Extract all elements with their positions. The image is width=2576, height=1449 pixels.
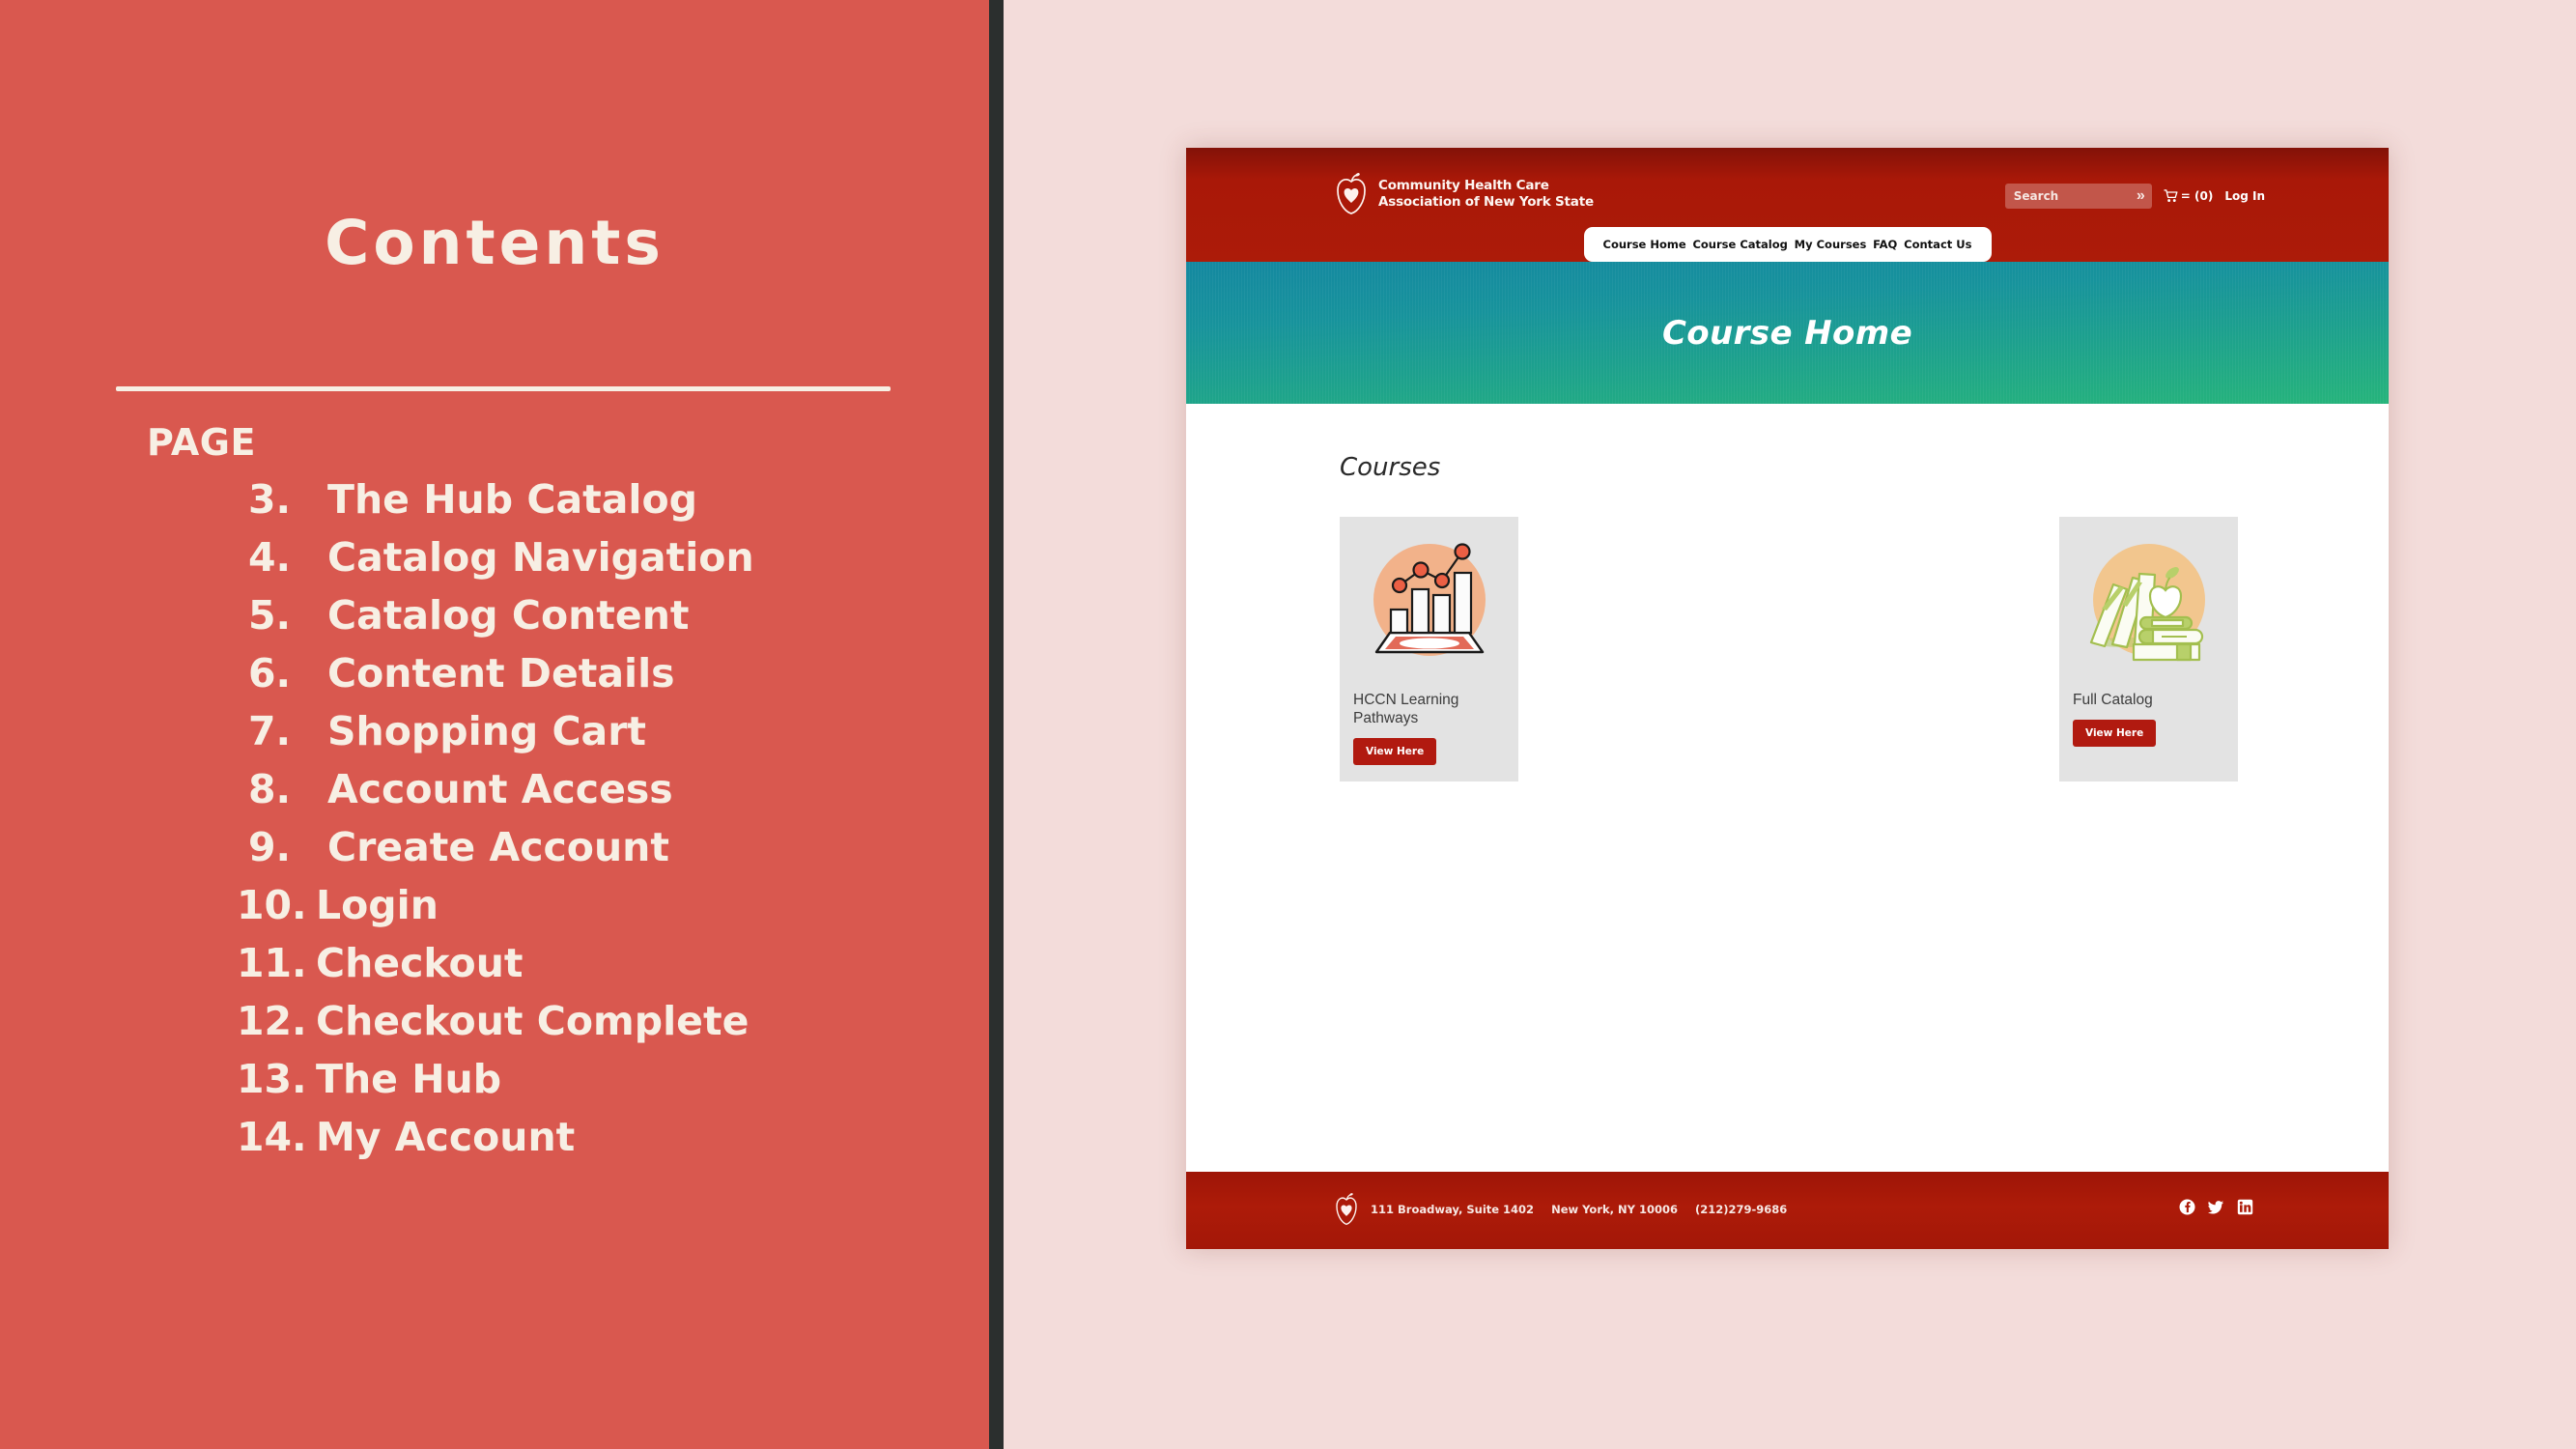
page-body: Courses HCCN Learning Pathways View Here…	[1186, 404, 2389, 1172]
main-navigation: Course Home Course Catalog My Courses FAQ Co…	[1583, 227, 1992, 262]
toc-item-label: The Hub	[316, 1056, 502, 1102]
course-cards-row: HCCN Learning Pathways View Here Full Ca…	[1340, 517, 2238, 781]
footer-phone: (212)279-9686	[1695, 1203, 1788, 1216]
brand-line-2: Association of New York State	[1378, 194, 1594, 210]
title-divider-rule	[116, 386, 891, 391]
toc-item-number: 11.	[237, 940, 307, 986]
toc-item-number: 10.	[237, 882, 307, 928]
cart-count-label: = (0)	[2180, 189, 2214, 203]
toc-item-label: Catalog Navigation	[327, 534, 754, 581]
toc-item-number: 7.	[248, 708, 292, 754]
header-utilities: Search » = (0) Log In	[2004, 184, 2265, 209]
toc-item: 11. Checkout	[237, 934, 971, 992]
table-of-contents-list: 3. The Hub Catalog 4. Catalog Navigation 5. C…	[237, 470, 971, 1166]
toc-item-number: 12.	[237, 998, 307, 1044]
page-column-label: PAGE	[147, 421, 256, 464]
cart-button[interactable]: = (0)	[2164, 189, 2214, 203]
page-title: Contents	[325, 208, 665, 278]
toc-item: 13. The Hub	[237, 1050, 971, 1108]
search-submit-chevron-icon[interactable]: »	[2137, 186, 2145, 206]
toc-item: 3. The Hub Catalog	[237, 470, 971, 528]
search-input[interactable]: Search	[2005, 189, 2058, 203]
nav-item-faq[interactable]: FAQ	[1873, 238, 1897, 251]
toc-item-number: 5.	[248, 592, 292, 639]
footer-social-links	[2179, 1199, 2253, 1215]
toc-item-number: 9.	[248, 824, 292, 870]
toc-item-label: Checkout Complete	[316, 998, 750, 1044]
toc-item-label: Login	[316, 882, 439, 928]
facebook-icon[interactable]	[2179, 1199, 2195, 1215]
twitter-icon[interactable]	[2208, 1199, 2224, 1215]
toc-item: 6. Content Details	[237, 644, 971, 702]
books-apple-illustration-icon	[2059, 517, 2238, 678]
login-link[interactable]: Log In	[2224, 189, 2265, 203]
toc-item: 12. Checkout Complete	[237, 992, 971, 1050]
course-card-title: Full Catalog	[2073, 692, 2153, 708]
hero-title: Course Home	[1661, 313, 1913, 353]
nav-item-course-catalog[interactable]: Course Catalog	[1692, 238, 1787, 251]
toc-item-label: Checkout	[316, 940, 524, 986]
toc-item-label: The Hub Catalog	[327, 476, 697, 523]
search-box[interactable]: Search »	[2004, 184, 2152, 209]
toc-item-number: 6.	[248, 650, 292, 696]
slide-root: Contents PAGE 3. The Hub Catalog 4. Catalog…	[0, 0, 2576, 1449]
toc-item-number: 13.	[237, 1056, 307, 1102]
brand-line-1: Community Health Care	[1378, 178, 1549, 193]
nav-item-my-courses[interactable]: My Courses	[1795, 238, 1867, 251]
footer-city: New York, NY 10006	[1551, 1203, 1678, 1216]
section-heading-courses: Courses	[1340, 453, 1441, 482]
toc-item: 14. My Account	[237, 1108, 971, 1166]
site-logo[interactable]: Community Health Care Association of New…	[1334, 173, 1594, 215]
panel-divider	[989, 0, 1004, 1449]
course-card-title: HCCN Learning Pathways	[1353, 692, 1459, 726]
toc-item: 7. Shopping Cart	[237, 702, 971, 760]
apple-heart-logo-icon	[1336, 1193, 1357, 1226]
toc-item: 10. Login	[237, 876, 971, 934]
bar-chart-tablet-illustration-icon	[1340, 517, 1518, 678]
nav-item-course-home[interactable]: Course Home	[1603, 238, 1686, 251]
toc-item: 5. Catalog Content	[237, 586, 971, 644]
toc-item-label: Shopping Cart	[327, 708, 647, 754]
toc-item-label: Catalog Content	[327, 592, 690, 639]
toc-item-label: Create Account	[327, 824, 669, 870]
course-card-full-catalog[interactable]: Full Catalog View Here	[2059, 517, 2238, 781]
apple-heart-logo-icon	[1337, 173, 1366, 214]
view-here-button[interactable]: View Here	[2073, 720, 2157, 747]
toc-item-number: 3.	[248, 476, 292, 523]
nav-item-contact-us[interactable]: Contact Us	[1904, 238, 1971, 251]
brand-name-block: Community Health Care Association of New…	[1378, 178, 1594, 211]
toc-item-number: 4.	[248, 534, 292, 581]
toc-item-label: My Account	[316, 1114, 576, 1160]
toc-item-label: Account Access	[327, 766, 673, 812]
footer-address: 111 Broadway, Suite 1402	[1371, 1203, 1535, 1216]
website-mockup: Community Health Care Association of New…	[1186, 148, 2389, 1249]
linkedin-icon[interactable]	[2237, 1199, 2253, 1215]
site-footer: 111 Broadway, Suite 1402 New York, NY 10…	[1186, 1172, 2389, 1249]
footer-brand-block: 111 Broadway, Suite 1402 New York, NY 10…	[1334, 1193, 1800, 1226]
hero-banner: Course Home	[1186, 262, 2389, 404]
view-here-button[interactable]: View Here	[1353, 738, 1437, 765]
toc-item: 4. Catalog Navigation	[237, 528, 971, 586]
contents-panel: Contents PAGE 3. The Hub Catalog 4. Catalog…	[0, 0, 989, 1449]
site-header: Community Health Care Association of New…	[1186, 148, 2389, 262]
shopping-cart-icon	[2164, 189, 2178, 202]
course-card-hccn-learning-pathways[interactable]: HCCN Learning Pathways View Here	[1340, 517, 1518, 781]
toc-item-number: 14.	[237, 1114, 307, 1160]
toc-item-label: Content Details	[327, 650, 675, 696]
toc-item: 9. Create Account	[237, 818, 971, 876]
toc-item-number: 8.	[248, 766, 292, 812]
toc-item: 8. Account Access	[237, 760, 971, 818]
footer-contact-info: 111 Broadway, Suite 1402 New York, NY 10…	[1371, 1203, 1800, 1216]
